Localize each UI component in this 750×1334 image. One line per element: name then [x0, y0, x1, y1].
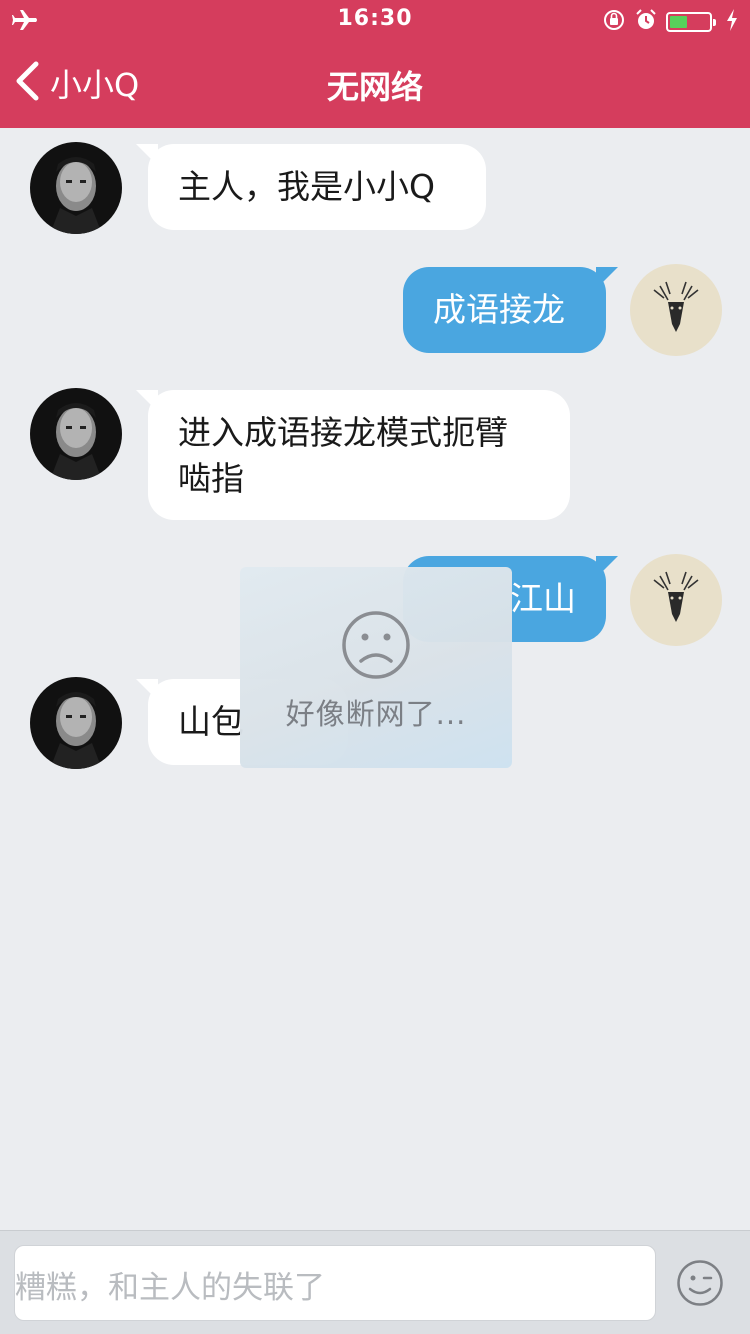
message-text: 江山	[510, 579, 576, 618]
message-text: 山包	[178, 702, 244, 741]
bot-avatar[interactable]	[30, 677, 122, 769]
battery-icon	[666, 12, 716, 32]
message-text-line: 啮指	[178, 459, 244, 498]
message-text: 成语接龙	[433, 290, 565, 329]
sad-face-icon	[340, 609, 412, 685]
message-text: 主人，我是小小Q	[178, 167, 435, 206]
toast-message: 好像断网了...	[285, 697, 467, 731]
bot-avatar[interactable]	[30, 388, 122, 480]
message-bubble[interactable]: 主人，我是小小Q	[136, 144, 486, 230]
message-text-line: 进入成语接龙模式扼臂	[178, 413, 508, 452]
alarm-icon	[634, 8, 658, 36]
message-bubble[interactable]: 成语接龙	[403, 267, 618, 353]
network-error-toast: 好像断网了...	[240, 567, 512, 768]
input-bar: 糟糕，和主人的失联了	[0, 1230, 750, 1334]
user-avatar[interactable]	[630, 554, 722, 646]
bot-avatar[interactable]	[30, 142, 122, 234]
charging-icon	[726, 9, 738, 35]
user-avatar[interactable]	[630, 264, 722, 356]
nav-bar: 小小Q 无网络	[0, 40, 750, 128]
status-bar: 16:30	[0, 0, 750, 40]
input-placeholder: 糟糕，和主人的失联了	[15, 1270, 325, 1306]
message-bubble[interactable]: 进入成语接龙模式扼臂 啮指	[136, 390, 570, 520]
header: 16:30 小小Q 无网络	[0, 0, 750, 128]
page-title: 无网络	[326, 68, 423, 106]
wink-emoji-icon[interactable]	[676, 1259, 724, 1311]
rotation-lock-icon	[602, 8, 626, 36]
message-input[interactable]: 糟糕，和主人的失联了	[14, 1245, 656, 1321]
